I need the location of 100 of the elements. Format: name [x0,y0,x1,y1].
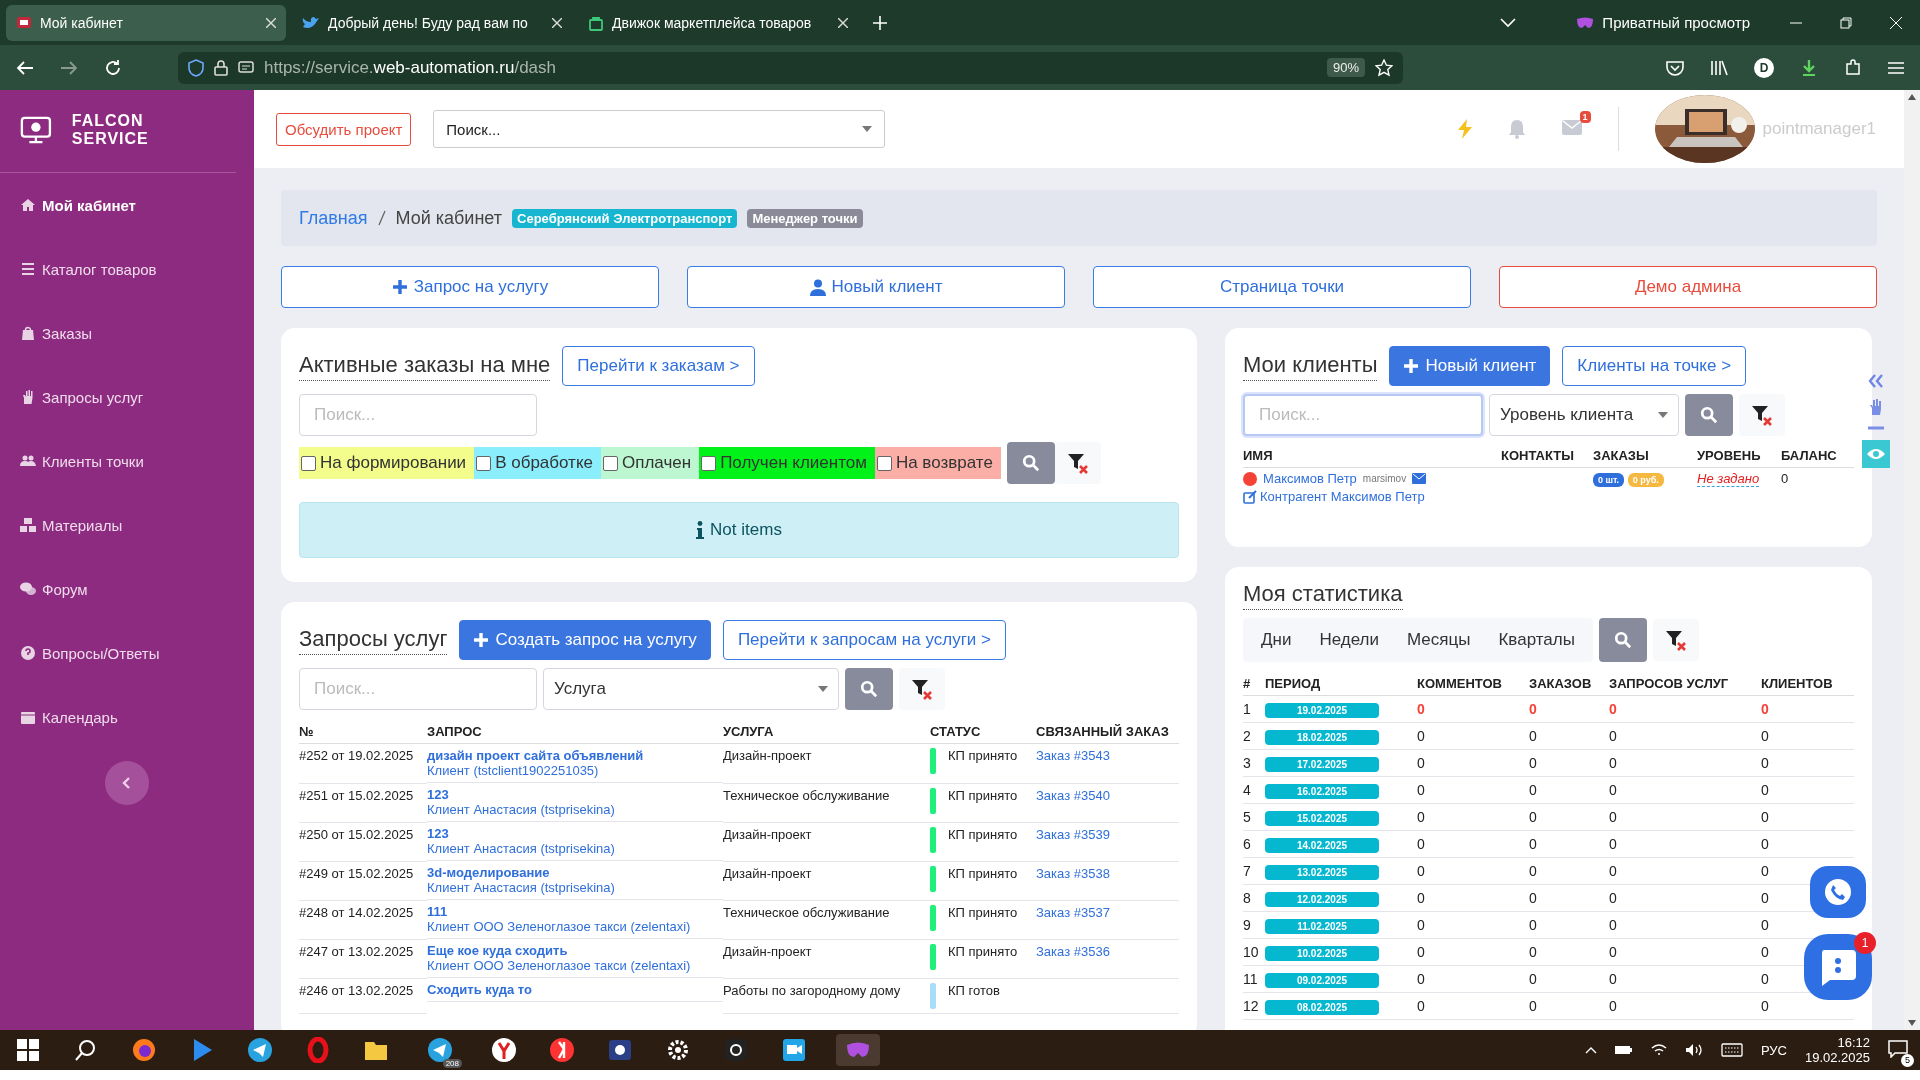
status-filter[interactable]: Получен клиентом [699,447,875,479]
video-call-icon[interactable] [781,1037,807,1063]
new-tab-icon[interactable] [872,14,888,31]
close-icon[interactable] [552,17,562,28]
order-link[interactable]: Заказ #3538 [1036,865,1110,881]
clear-filter-button[interactable] [899,668,945,710]
client-level-select[interactable]: Уровень клиента [1489,394,1679,436]
request-link[interactable]: дизайн проект сайта объявлений [427,748,723,763]
period-tab[interactable]: Дни [1247,630,1306,650]
go-to-requests-button[interactable]: Перейти к запросам на услуги > [722,620,1006,660]
scroll-down-icon[interactable] [1908,1020,1916,1026]
sidebar-item[interactable]: Заказы [0,301,254,365]
request-link[interactable]: 3d-моделирование [427,865,723,880]
request-link[interactable]: Сходить куда то [427,982,723,997]
client-level[interactable]: Не задано [1697,471,1760,487]
back-icon[interactable] [16,59,34,76]
pocket-icon[interactable] [1666,59,1684,76]
forward-icon[interactable] [60,59,78,76]
download-icon[interactable] [1800,58,1818,77]
action-button[interactable]: Страница точки [1093,266,1471,308]
sidebar-item[interactable]: Форум [0,557,254,621]
search-field[interactable]: Поиск... [299,668,537,710]
chevron-down-icon[interactable] [1500,17,1517,28]
action-button[interactable]: Демо админа [1499,266,1877,308]
client-link[interactable]: Клиент ООО Зеленоглазое такси (zelentaxi) [427,958,723,973]
profile-icon[interactable]: D [1754,57,1774,78]
period-tab[interactable]: Недели [1305,630,1393,650]
battery-icon[interactable] [1614,1045,1633,1055]
status-filter[interactable]: Оплачен [601,447,700,479]
new-client-button[interactable]: Новый клиент [1389,346,1551,386]
browser-tab[interactable]: Добрый день! Буду рад вам по [292,4,572,41]
clients-at-point-button[interactable]: Клиенты на точке > [1562,346,1747,386]
service-select[interactable]: Услуга [543,668,839,710]
client-link[interactable]: Клиент Анастасия (tstprisekina) [427,841,723,856]
search-button[interactable] [845,668,893,710]
browser-tab[interactable]: Движок маркетплейса товаров [578,4,858,41]
chevron-up-icon[interactable] [1584,1046,1597,1054]
hand-icon[interactable] [1868,398,1884,416]
zoom-level[interactable]: 90% [1326,58,1365,77]
restore-icon[interactable] [1840,16,1852,29]
search-select[interactable]: Поиск... [433,110,886,148]
search-button[interactable] [1598,618,1647,662]
search-field[interactable]: Поиск... [1243,394,1483,436]
status-filter[interactable]: В обработке [474,447,601,479]
library-icon[interactable] [1710,59,1728,76]
search-field[interactable]: Поиск... [299,394,537,436]
sidebar-item[interactable]: Материалы [0,493,254,557]
period-tab[interactable]: Кварталы [1484,630,1589,650]
request-link[interactable]: 111 [427,904,723,919]
paper-plane-icon[interactable] [247,1037,273,1063]
paper-plane-icon[interactable] [427,1037,453,1063]
sidebar-item[interactable]: Мой кабинет [0,173,254,237]
screen-icon[interactable] [607,1037,633,1063]
status-filter[interactable]: На возврате [874,447,1001,479]
request-link[interactable]: Еще кое куда сходить [427,943,723,958]
sidebar-item[interactable]: Запросы услуг [0,365,254,429]
request-link[interactable]: 123 [427,826,723,841]
language-indicator[interactable]: РУС [1760,1042,1787,1058]
sidebar-item[interactable]: Вопросы/Ответы [0,621,254,685]
search-button[interactable] [1685,394,1733,436]
scroll-up-icon[interactable] [1908,94,1916,100]
close-icon[interactable] [838,17,848,28]
discuss-project-button[interactable]: Обсудить проект [276,112,412,146]
clear-filter-button[interactable] [1739,394,1785,436]
client-link[interactable]: Клиент ООО Зеленоглазое такси (zelentaxi) [427,919,723,934]
sidebar-item[interactable]: Клиенты точки [0,429,254,493]
ring-icon[interactable] [305,1037,331,1063]
start-icon[interactable] [15,1037,41,1063]
clock-time[interactable]: 16:12 [1837,1035,1870,1050]
double-chevron-left-icon[interactable] [1868,374,1884,388]
breadcrumb-link[interactable]: Главная [299,207,368,229]
wifi-icon[interactable] [1650,1043,1667,1057]
client-link[interactable]: Клиент (tstclient1902251035) [427,763,723,778]
client-link[interactable]: Клиент Анастасия (tstprisekina) [427,802,723,817]
request-link[interactable]: 123 [427,787,723,802]
client-name-link[interactable]: Максимов Петр [1263,471,1357,486]
menu-icon[interactable] [1888,60,1904,75]
action-button[interactable]: Новый клиент [687,266,1065,308]
star-icon[interactable] [1375,58,1393,77]
call-button[interactable] [1810,866,1866,918]
reload-icon[interactable] [104,58,122,77]
clear-filter-button[interactable] [1652,619,1699,661]
order-link[interactable]: Заказ #3540 [1036,787,1110,803]
keyboard-icon[interactable] [1720,1043,1743,1057]
action-button[interactable]: Запрос на услугу [281,266,659,308]
order-link[interactable]: Заказ #3539 [1036,826,1110,842]
settings-icon[interactable] [665,1037,691,1063]
client-link[interactable]: Клиент Анастасия (tstprisekina) [427,880,723,895]
notifications-icon[interactable] [1888,1039,1908,1058]
create-request-button[interactable]: Создать запрос на услугу [459,620,711,660]
extensions-icon[interactable] [1844,58,1862,77]
browser-tab[interactable]: Мой кабинет [6,4,286,41]
sidebar-item[interactable]: Календарь [0,685,254,749]
envelope-icon[interactable] [1412,473,1427,484]
order-link[interactable]: Заказ #3537 [1036,904,1110,920]
speaker-icon[interactable] [1684,1043,1703,1057]
status-filter[interactable]: На формировании [299,447,475,479]
address-bar[interactable]: https://service.web-automation.ru/dash 90% [178,51,1403,84]
sidebar-item[interactable]: Каталог товаров [0,237,254,301]
camera-icon[interactable] [723,1037,749,1063]
